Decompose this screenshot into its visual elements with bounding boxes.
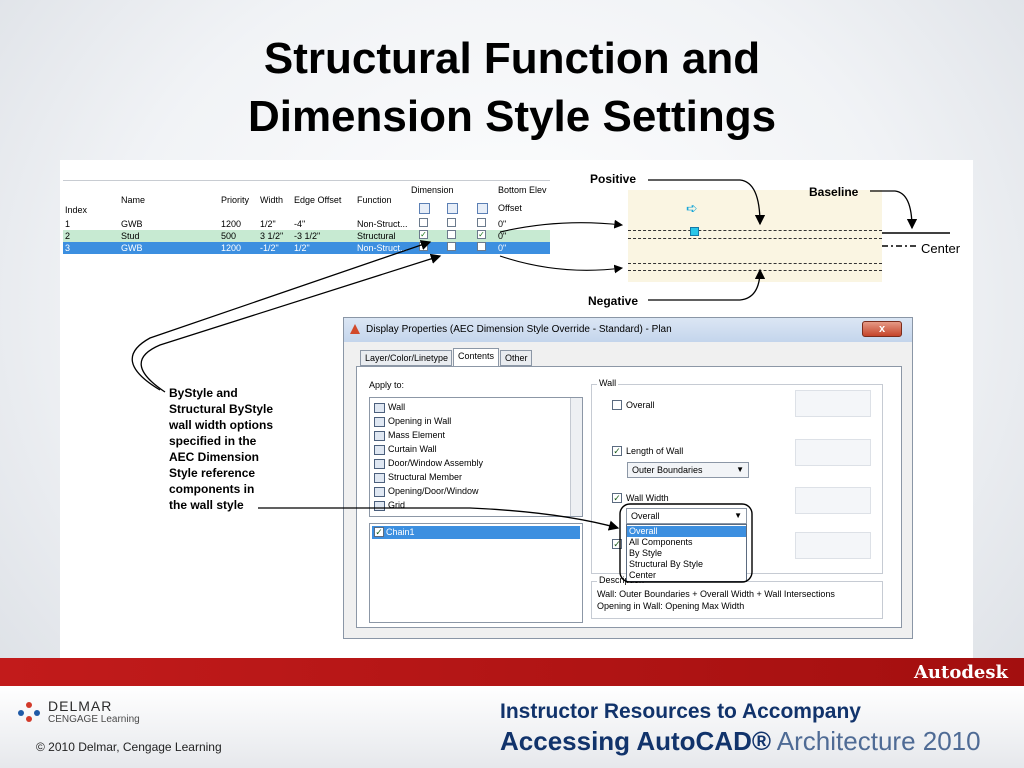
- autodesk-logo: Autodesk: [913, 662, 1008, 683]
- book-title: Accessing AutoCAD® Architecture 2010: [500, 726, 981, 757]
- instructor-resources: Instructor Resources to Accompany: [500, 700, 861, 723]
- copyright: © 2010 Delmar, Cengage Learning: [36, 740, 222, 754]
- annotation-arrows: [131, 179, 950, 583]
- cengage-label: CENGAGE Learning: [48, 714, 140, 725]
- positive-arrow: [648, 179, 766, 226]
- book-title-bold: Accessing AutoCAD®: [500, 726, 772, 756]
- red-bar: Autodesk: [0, 658, 1024, 686]
- callout-loop-inner: [140, 253, 442, 393]
- callout-loop: [131, 240, 432, 391]
- delmar-logo-icon: [16, 700, 42, 724]
- baseline-arrow: [870, 190, 918, 230]
- table-to-diagram-arrow-2: [499, 255, 624, 274]
- callout-to-dropdown-arrow: [258, 507, 620, 531]
- footer: DELMAR CENGAGE Learning © 2010 Delmar, C…: [0, 686, 1024, 768]
- book-title-light: Architecture 2010: [771, 726, 981, 756]
- dropdown-highlight: [619, 503, 753, 583]
- negative-arrow: [648, 268, 766, 301]
- table-to-diagram-arrow-1: [499, 219, 624, 233]
- delmar-label: DELMAR: [48, 698, 113, 714]
